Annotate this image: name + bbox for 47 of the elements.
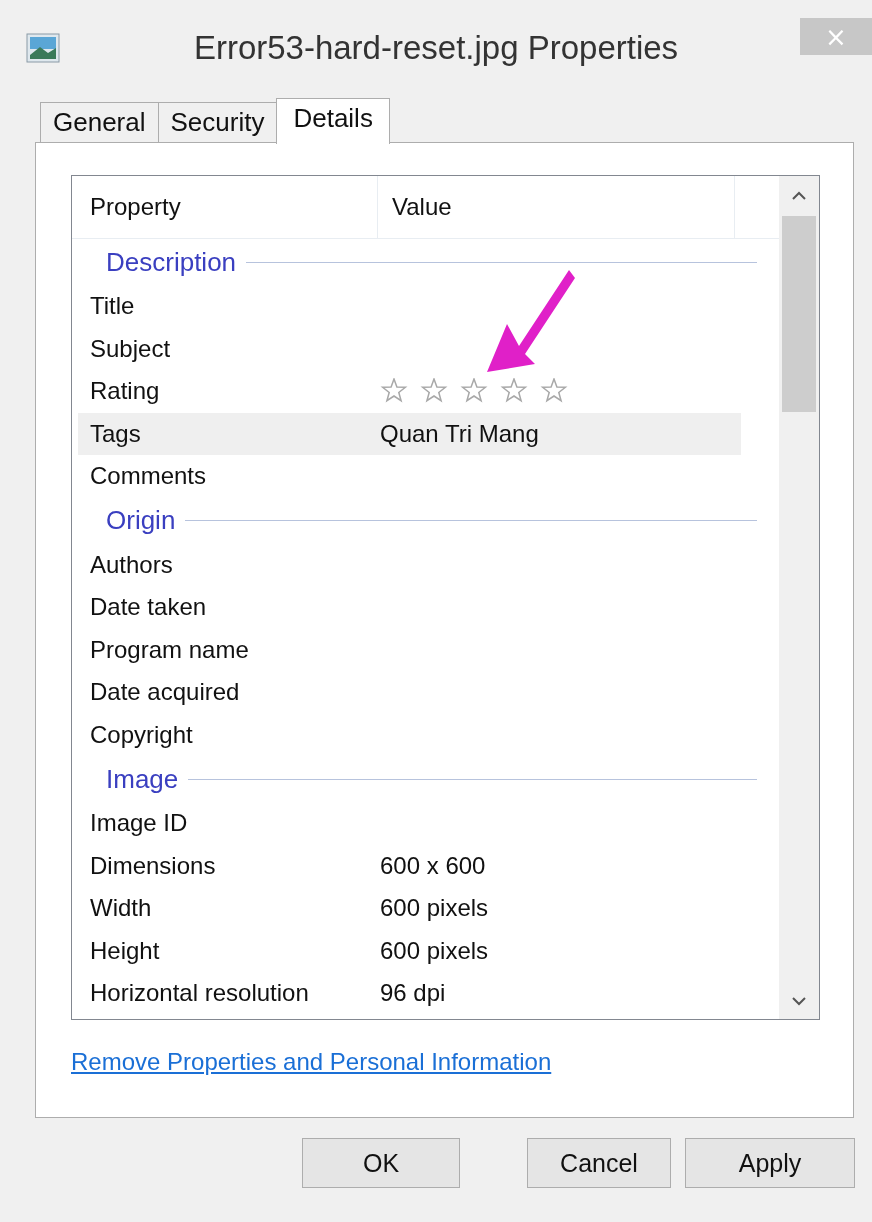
property-name: Authors xyxy=(89,550,174,579)
property-row[interactable]: Width 600 pixels xyxy=(78,887,741,930)
tab[interactable]: General xyxy=(40,102,159,142)
property-row[interactable]: Copyright xyxy=(78,713,741,756)
property-row[interactable]: Height 600 pixels xyxy=(78,929,741,972)
section-heading: Origin xyxy=(106,505,176,536)
property-name: Dimensions xyxy=(89,851,217,880)
column-header[interactable]: Value xyxy=(378,176,735,238)
property-row[interactable]: Dimensions 600 x 600 xyxy=(78,844,741,887)
property-name: Image ID xyxy=(89,809,189,838)
property-row[interactable]: Rating xyxy=(78,370,741,413)
property-row[interactable]: Tags Quan Tri Mang xyxy=(78,412,741,455)
remove-properties-link[interactable]: Remove Properties and Personal Information xyxy=(71,1048,552,1076)
column-header[interactable]: Property xyxy=(72,176,378,238)
property-name: Rating xyxy=(89,377,161,406)
property-name: Date acquired xyxy=(89,678,241,707)
property-row[interactable]: Date taken xyxy=(78,586,741,629)
property-name: Subject xyxy=(89,334,172,363)
property-name: Program name xyxy=(89,635,250,664)
property-name: Copyright xyxy=(89,720,194,749)
property-row[interactable]: Subject xyxy=(78,327,741,370)
property-value: 600 pixels xyxy=(380,894,489,923)
property-name: Height xyxy=(89,936,161,965)
dialog-button[interactable]: Apply xyxy=(685,1138,855,1188)
property-value: Quan Tri Mang xyxy=(380,419,539,448)
property-row[interactable]: Title xyxy=(78,285,741,328)
property-name: Tags xyxy=(89,419,142,448)
property-name: Date taken xyxy=(89,593,208,622)
property-value: 96 dpi xyxy=(380,979,446,1008)
property-row[interactable]: Program name xyxy=(78,628,741,671)
property-name: Width xyxy=(89,894,153,923)
property-value: 600 pixels xyxy=(380,936,489,965)
property-name: Comments xyxy=(89,462,208,491)
property-row[interactable]: Image ID xyxy=(78,802,741,845)
property-row[interactable]: Comments xyxy=(78,455,741,498)
property-name: Title xyxy=(89,292,136,321)
property-name: Horizontal resolution xyxy=(89,979,310,1008)
dialog-button[interactable]: OK xyxy=(302,1138,460,1188)
window-title: Error53-hard-reset.jpg Properties xyxy=(192,29,680,67)
section-heading: Image xyxy=(106,763,179,795)
property-row[interactable]: Horizontal resolution 96 dpi xyxy=(78,972,741,1015)
property-row[interactable]: Date acquired xyxy=(78,671,741,714)
section-heading: Description xyxy=(106,246,237,278)
dialog-button[interactable]: Cancel xyxy=(527,1138,671,1188)
property-value: 600 x 600 xyxy=(380,851,486,880)
property-row[interactable]: Authors xyxy=(78,543,741,586)
tab[interactable]: Details xyxy=(276,98,390,144)
